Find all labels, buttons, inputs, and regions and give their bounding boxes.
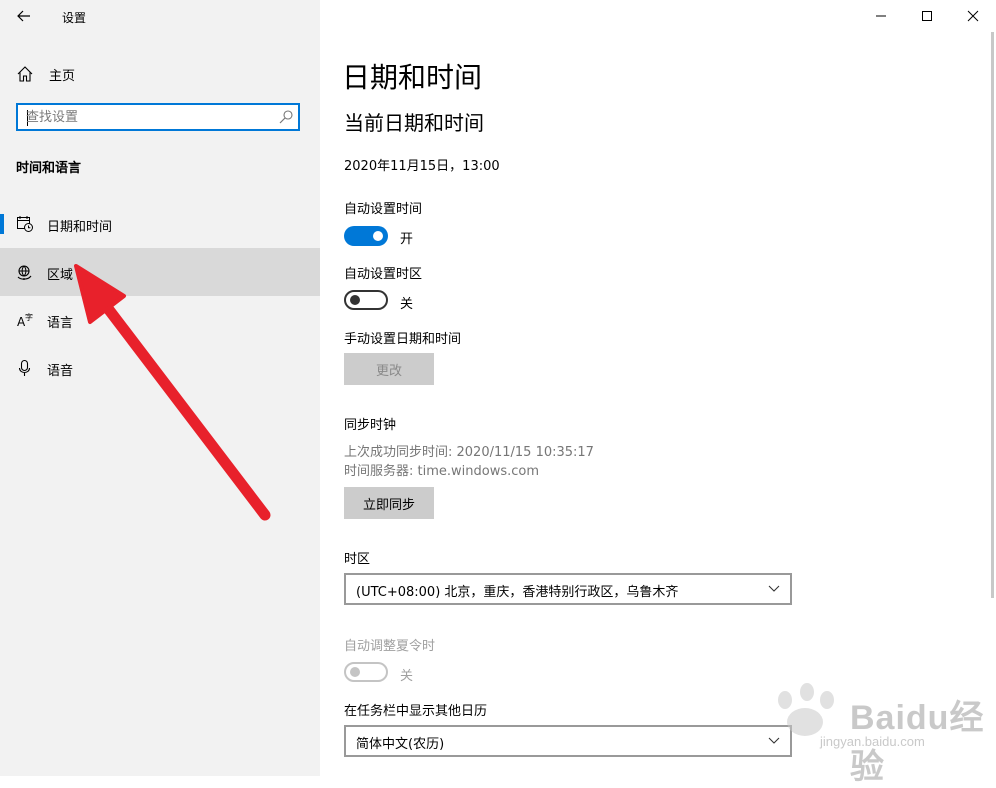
auto-timezone-state: 关: [400, 297, 414, 312]
section-title: 时间和语言: [16, 161, 82, 176]
auto-timezone-toggle[interactable]: [344, 290, 388, 310]
chevron-down-icon: [768, 585, 780, 592]
sidebar-item-label: 区域: [47, 268, 74, 283]
sidebar-item-language[interactable]: A 字 语言: [0, 296, 320, 344]
sync-clock-label: 同步时钟: [344, 418, 397, 433]
microphone-icon: [18, 359, 31, 376]
calendar-clock-icon: [17, 216, 33, 232]
maximize-icon: [922, 11, 932, 21]
search-icon[interactable]: [278, 109, 294, 125]
toggle-knob: [350, 295, 360, 305]
sidebar-item-label: 语言: [47, 316, 74, 331]
maximize-button[interactable]: [904, 0, 950, 32]
globe-icon: [17, 265, 32, 280]
timezone-value: (UTC+08:00) 北京，重庆，香港特别行政区，乌鲁木齐: [356, 585, 679, 600]
sidebar-item-home[interactable]: 主页: [0, 55, 320, 91]
taskbar-calendar-select[interactable]: 简体中文(农历): [344, 725, 792, 757]
sidebar-item-speech[interactable]: 语音: [0, 344, 320, 392]
dst-label: 自动调整夏令时: [344, 639, 436, 654]
manual-datetime-label: 手动设置日期和时间: [344, 332, 462, 347]
current-datetime-heading: 当前日期和时间: [344, 111, 484, 135]
svg-text:字: 字: [25, 312, 33, 322]
sidebar: 设置 主页 时间和语言 日期和时间 区域 A: [0, 0, 320, 776]
sidebar-item-label: 语音: [47, 364, 74, 379]
taskbar-calendar-label: 在任务栏中显示其他日历: [344, 704, 488, 719]
sidebar-item-label: 主页: [49, 69, 76, 84]
auto-time-label: 自动设置时间: [344, 202, 423, 217]
search-box[interactable]: [16, 103, 300, 131]
current-datetime-value: 2020年11月15日，13:00: [344, 159, 500, 174]
dst-state: 关: [400, 669, 414, 684]
close-button[interactable]: [950, 0, 996, 32]
auto-time-toggle[interactable]: [344, 226, 388, 246]
home-icon: [17, 66, 33, 82]
toggle-knob: [350, 667, 360, 677]
sync-now-button[interactable]: 立即同步: [344, 487, 434, 519]
toggle-knob: [373, 231, 383, 241]
scrollbar[interactable]: [991, 32, 994, 598]
sidebar-item-label: 日期和时间: [47, 220, 113, 235]
auto-timezone-label: 自动设置时区: [344, 267, 423, 282]
auto-time-state: 开: [400, 232, 414, 247]
last-sync-text: 上次成功同步时间: 2020/11/15 10:35:17: [344, 445, 594, 460]
sidebar-item-date-time[interactable]: 日期和时间: [0, 200, 320, 248]
back-arrow-icon: [17, 10, 30, 22]
app-title: 设置: [62, 11, 87, 25]
dst-toggle[interactable]: [344, 662, 388, 682]
minimize-icon: [876, 15, 886, 17]
change-button[interactable]: 更改: [344, 353, 434, 385]
search-input[interactable]: [26, 108, 276, 126]
page-title: 日期和时间: [342, 61, 483, 94]
timezone-label: 时区: [344, 552, 371, 567]
watermark-url: jingyan.baidu.com: [820, 734, 925, 749]
taskbar-calendar-value: 简体中文(农历): [356, 737, 445, 752]
minimize-button[interactable]: [858, 0, 904, 32]
language-icon: A 字: [17, 312, 33, 329]
sidebar-item-region[interactable]: 区域: [0, 248, 320, 296]
time-server-text: 时间服务器: time.windows.com: [344, 464, 540, 479]
back-button[interactable]: [8, 2, 40, 30]
timezone-select[interactable]: (UTC+08:00) 北京，重庆，香港特别行政区，乌鲁木齐: [344, 573, 792, 605]
close-icon: [967, 10, 979, 22]
